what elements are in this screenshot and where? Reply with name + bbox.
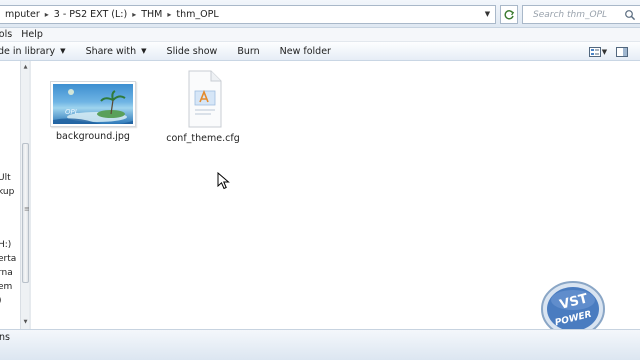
navigation-scrollbar[interactable]: ▲ ≡ ▼ — [20, 61, 30, 329]
breadcrumb-thm[interactable]: THM — [138, 9, 165, 20]
breadcrumb-separator-icon[interactable]: ▸ — [165, 10, 173, 19]
file-item-background[interactable]: OPL background.jpg — [45, 81, 141, 142]
breadcrumb-separator-icon[interactable]: ▸ — [130, 10, 138, 19]
search-icon[interactable] — [624, 9, 636, 21]
address-row: mputer ▸ 3 - PS2 EXT (L:) ▸ THM ▸ thm_OP… — [0, 0, 640, 28]
search-input[interactable] — [523, 6, 623, 23]
breadcrumb-thm-opl[interactable]: thm_OPL — [173, 9, 221, 20]
share-with-button[interactable]: Share with ▼ — [76, 42, 157, 61]
image-thumbnail: OPL — [50, 81, 136, 127]
scrollbar-thumb[interactable]: ≡ — [22, 143, 30, 283]
menu-tools[interactable]: ools — [0, 29, 21, 40]
preview-pane-button[interactable] — [615, 45, 629, 58]
nav-item[interactable]: ) — [0, 296, 2, 306]
details-pane: ns — [0, 329, 640, 360]
view-options-icon — [588, 46, 601, 57]
file-name-label: background.jpg — [56, 131, 130, 142]
command-bar: ude in library ▼ Share with ▼ Slide show… — [0, 42, 640, 61]
change-view-button[interactable]: ▼ — [586, 45, 610, 58]
file-item-conf-theme[interactable]: conf_theme.cfg — [155, 69, 251, 144]
burn-button[interactable]: Burn — [227, 42, 269, 61]
nav-item[interactable]: H:) — [0, 240, 11, 250]
refresh-button[interactable] — [500, 5, 518, 24]
breadcrumb-drive[interactable]: 3 - PS2 EXT (L:) — [51, 9, 130, 20]
chevron-down-icon: ▼ — [60, 47, 66, 55]
scroll-down-icon[interactable]: ▼ — [22, 318, 29, 327]
slide-show-label: Slide show — [166, 45, 218, 57]
address-bar[interactable]: mputer ▸ 3 - PS2 EXT (L:) ▸ THM ▸ thm_OP… — [0, 5, 496, 24]
burn-label: Burn — [237, 45, 260, 57]
nav-item[interactable]: rna — [0, 268, 13, 278]
share-with-label: Share with — [85, 45, 137, 57]
nav-item[interactable]: kup — [0, 187, 14, 197]
menu-bar: ools Help — [0, 28, 640, 42]
image-thumbnail-picture: OPL — [53, 84, 133, 124]
include-in-library-label: ude in library — [0, 45, 56, 57]
breadcrumb-computer[interactable]: mputer — [2, 9, 43, 20]
include-in-library-button[interactable]: ude in library ▼ — [0, 42, 76, 61]
preview-pane-icon — [616, 46, 628, 57]
breadcrumb-separator-icon[interactable]: ▸ — [43, 10, 51, 19]
slide-show-button[interactable]: Slide show — [157, 42, 228, 61]
scroll-up-icon[interactable]: ▲ — [22, 63, 29, 72]
mouse-pointer-icon — [217, 172, 230, 190]
chevron-down-icon: ▼ — [141, 47, 147, 55]
new-folder-label: New folder — [279, 45, 331, 57]
file-name-label: conf_theme.cfg — [166, 133, 240, 144]
chevron-down-icon: ▼ — [601, 47, 608, 56]
new-folder-button[interactable]: New folder — [270, 42, 341, 61]
thumbnail-watermark-text: OPL — [65, 108, 79, 116]
search-box[interactable] — [522, 5, 640, 24]
nav-item[interactable]: em — [0, 282, 12, 292]
address-history-dropdown-icon[interactable]: ▼ — [482, 9, 493, 20]
navigation-pane[interactable]: Ult kup H:) erta rna em ) — [0, 61, 20, 329]
config-file-icon — [173, 69, 233, 129]
nav-item[interactable]: erta — [0, 254, 16, 264]
refresh-icon — [504, 9, 515, 19]
file-list-area[interactable]: OPL background.jpg conf_theme.cfg VST PO… — [31, 61, 640, 337]
island-image-icon: OPL — [53, 89, 133, 124]
nav-item[interactable]: Ult — [0, 173, 11, 183]
grip-icon: ≡ — [24, 205, 30, 213]
details-text: ns — [0, 332, 10, 343]
menu-help[interactable]: Help — [21, 29, 52, 40]
